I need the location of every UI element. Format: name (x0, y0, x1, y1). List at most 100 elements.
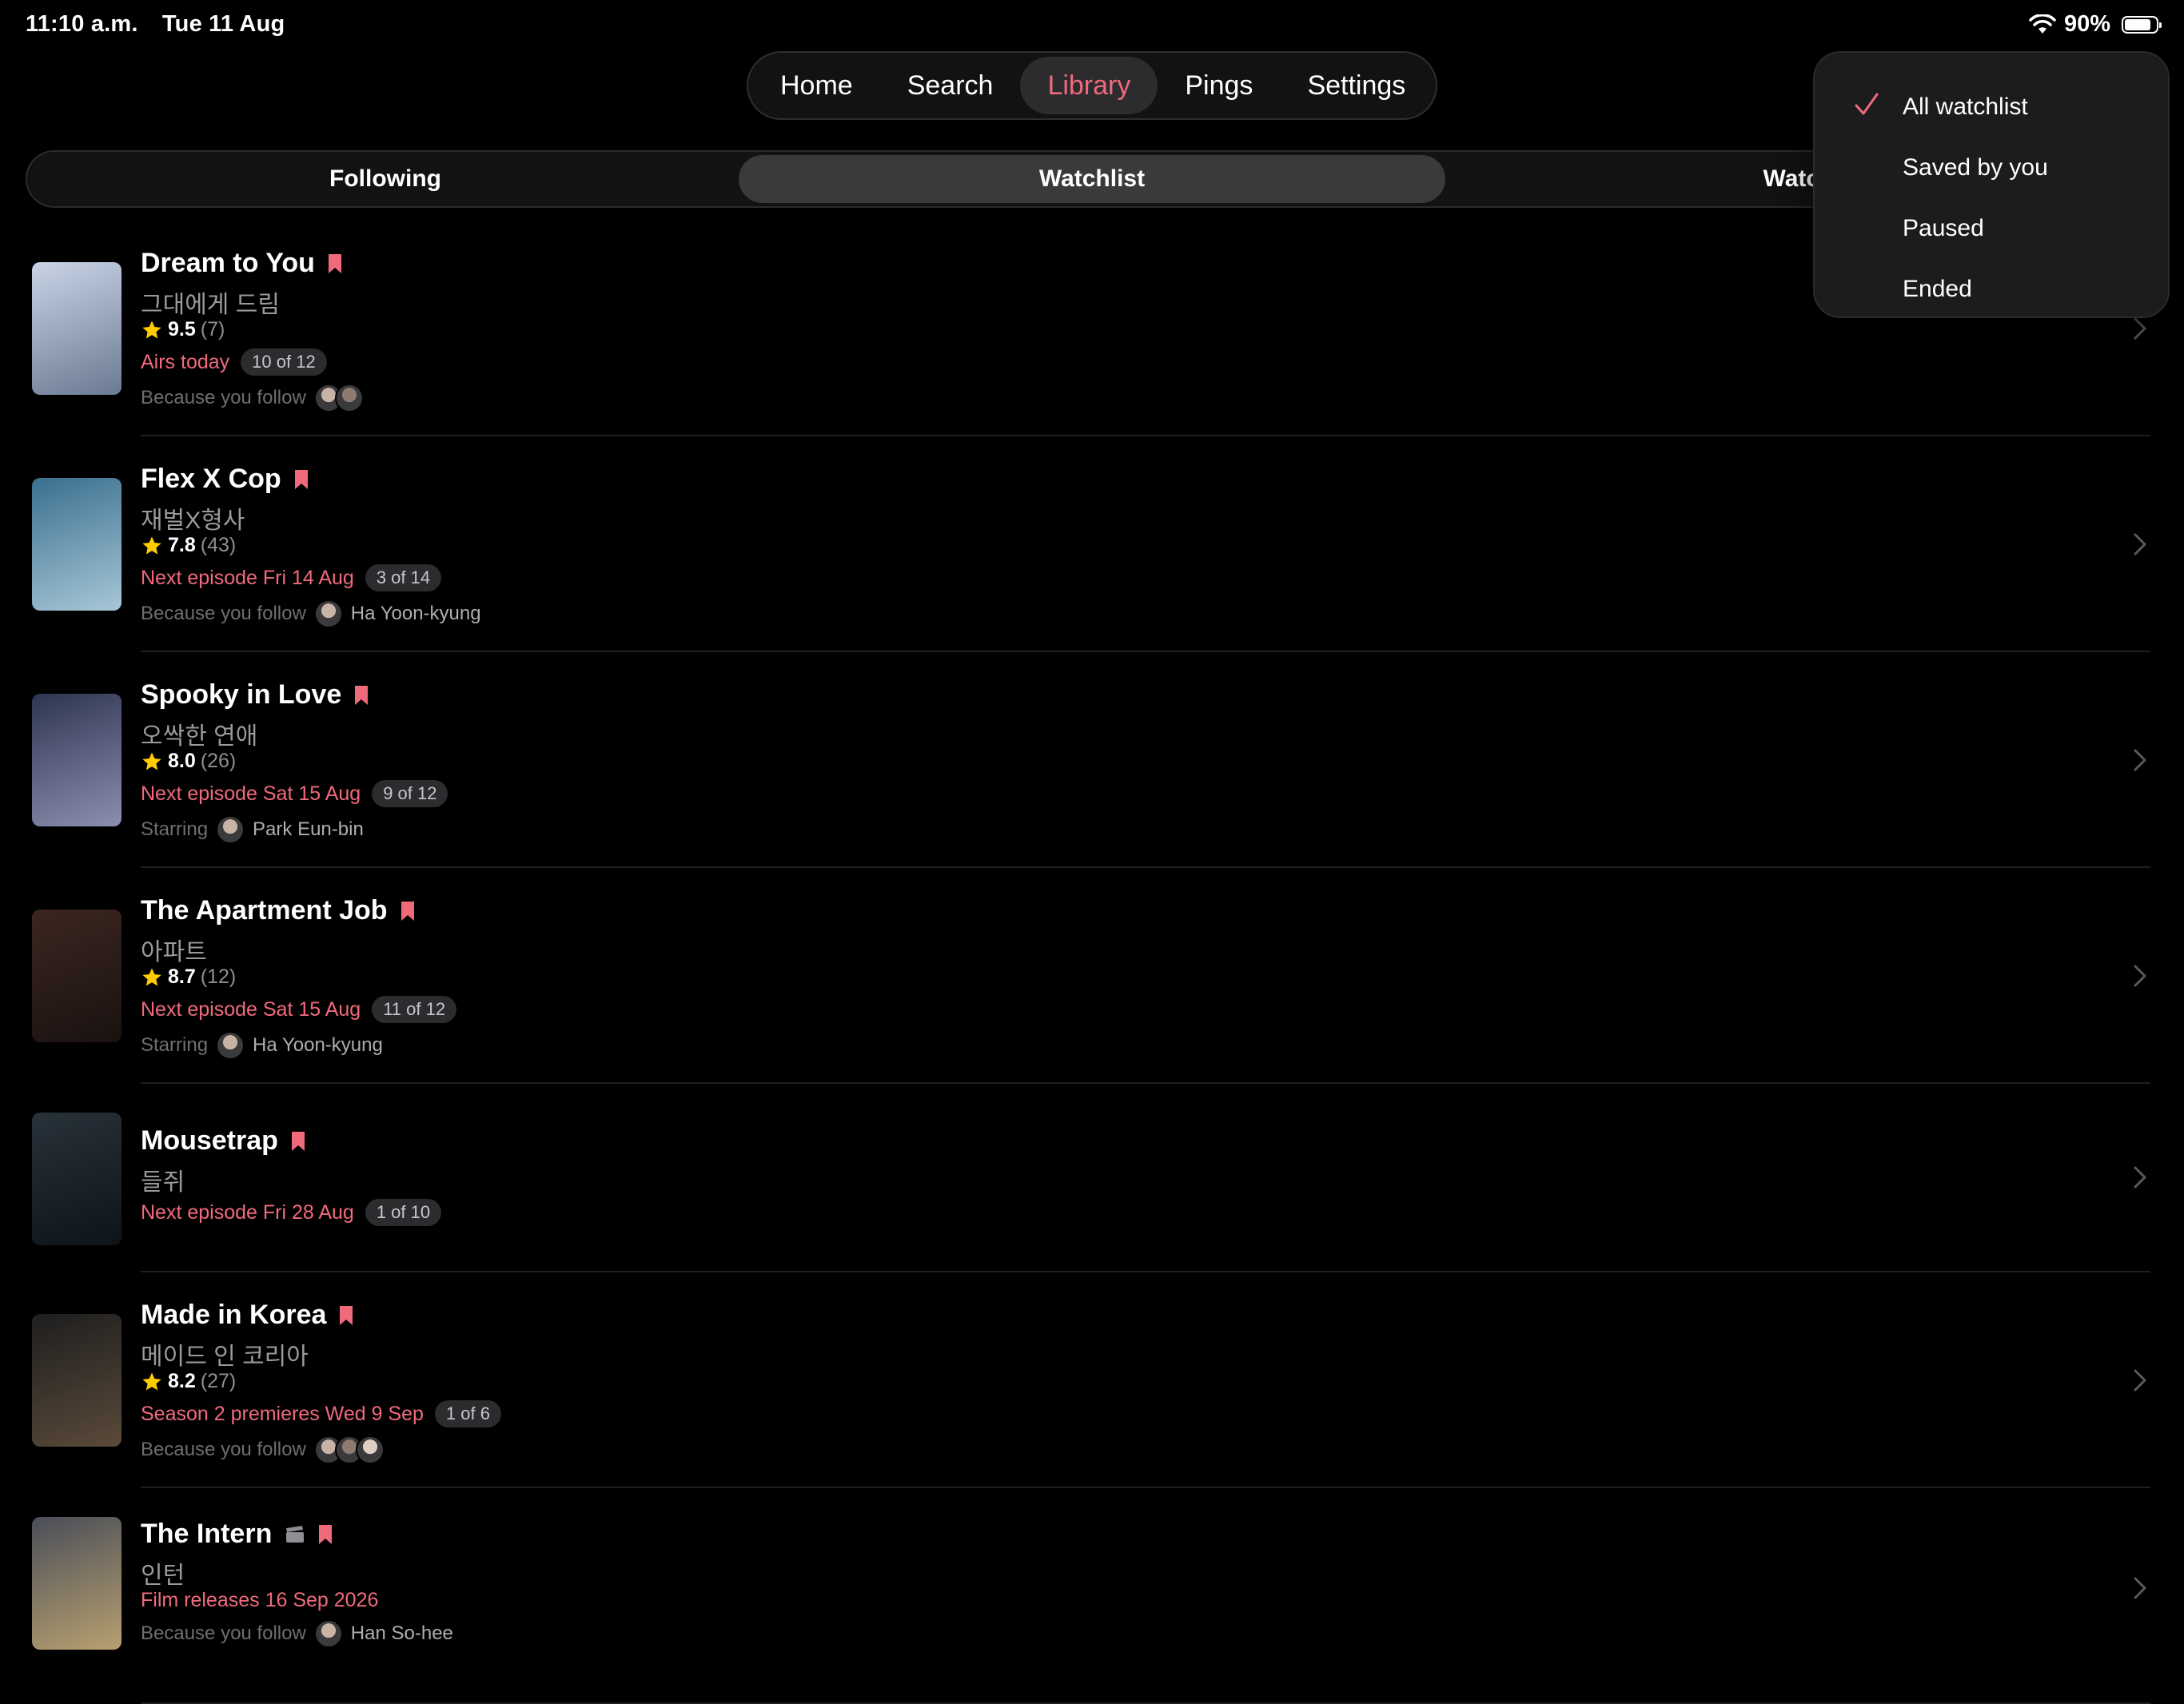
episode-progress-badge: 1 of 10 (365, 1199, 442, 1226)
filter-all-watchlist[interactable]: All watchlist (1815, 77, 2168, 137)
avatar-group (313, 384, 364, 412)
show-original-title: 들쥐 (141, 1169, 185, 1196)
show-poster (32, 910, 122, 1042)
list-item[interactable]: Flex X Cop 재벌X형사 7.8 (43) Next episode F… (32, 436, 2150, 652)
show-title: The Intern (141, 1519, 273, 1549)
show-title: Flex X Cop (141, 464, 281, 494)
next-episode: Next episode Sat 15 Aug 9 of 12 (141, 780, 448, 807)
rating-count: (12) (200, 965, 237, 988)
bookmark-icon (328, 253, 341, 273)
battery-percent: 90% (2063, 11, 2110, 37)
chevron-right-icon (2134, 1369, 2146, 1391)
avatar (313, 599, 343, 628)
segment-following[interactable]: Following (32, 155, 739, 203)
rating-count: (27) (200, 1370, 237, 1392)
bookmark-icon (340, 1305, 353, 1325)
person-name[interactable]: Han So-hee (351, 1622, 453, 1645)
status-time: 11:10 a.m. (26, 11, 138, 37)
avatar-group (216, 815, 245, 844)
filter-label: Ended (1903, 276, 1972, 302)
show-rating: 9.5 (7) (141, 318, 225, 341)
episode-progress-badge: 9 of 12 (372, 780, 448, 807)
chevron-right-icon (2134, 533, 2146, 555)
filter-paused[interactable]: Paused (1815, 198, 2168, 259)
avatar (334, 384, 364, 412)
watchlist: Dream to You 그대에게 드림 9.5 (7) Airs today … (0, 221, 2184, 1704)
star-icon (142, 1372, 161, 1390)
rating-score: 8.0 (168, 750, 196, 772)
show-rating: 8.7 (12) (141, 965, 236, 989)
filter-ended[interactable]: Ended (1815, 259, 2168, 320)
filter-label: All watchlist (1903, 94, 2028, 120)
star-icon (142, 535, 161, 554)
reason-text: Because you follow (141, 1439, 306, 1460)
next-episode: Next episode Fri 28 Aug 1 of 10 (141, 1199, 442, 1226)
chevron-right-icon (2134, 1166, 2146, 1188)
star-icon (142, 967, 161, 985)
status-bar-left: 11:10 a.m. Tue 11 Aug (26, 11, 302, 38)
segment-watchlist[interactable]: Watchlist (739, 155, 1445, 203)
status-date: Tue 11 Aug (161, 11, 285, 37)
episode-progress-badge: 1 of 6 (434, 1400, 501, 1427)
show-title: The Apartment Job (141, 895, 388, 926)
list-item[interactable]: The Intern 인턴 Film releases 16 Sep 2026 … (32, 1488, 2150, 1704)
avatar (216, 1031, 245, 1060)
avatar-group (313, 1435, 385, 1464)
show-rating: 7.8 (43) (141, 534, 236, 557)
person-name[interactable]: Ha Yoon-kyung (351, 603, 481, 625)
bookmark-icon (355, 685, 369, 705)
rating-count: (43) (200, 534, 237, 556)
recommendation-reason: Starring Park Eun-bin (141, 815, 364, 844)
reason-text: Because you follow (141, 387, 306, 408)
bookmark-icon (291, 1131, 305, 1151)
show-original-title: 인턴 (141, 1563, 185, 1589)
show-poster (32, 478, 122, 611)
recommendation-reason: Because you follow Han So-hee (141, 1619, 453, 1648)
show-original-title: 그대에게 드림 (141, 292, 280, 318)
next-episode-text: Airs today (141, 350, 230, 373)
checkmark-icon (1855, 93, 1879, 115)
person-name[interactable]: Park Eun-bin (253, 818, 364, 841)
next-episode: Season 2 premieres Wed 9 Sep 1 of 6 (141, 1400, 501, 1427)
show-title: Spooky in Love (141, 679, 342, 710)
tab-library[interactable]: Library (1020, 57, 1158, 114)
list-item[interactable]: Spooky in Love 오싹한 연애 8.0 (26) Next epis… (32, 652, 2150, 868)
rating-score: 7.8 (168, 534, 196, 556)
show-title: Dream to You (141, 248, 315, 278)
list-item[interactable]: The Apartment Job 아파트 8.7 (12) Next epis… (32, 868, 2150, 1084)
show-original-title: 재벌X형사 (141, 508, 245, 534)
avatar (355, 1435, 385, 1464)
person-name[interactable]: Ha Yoon-kyung (253, 1034, 383, 1057)
tab-search[interactable]: Search (880, 57, 1021, 114)
star-icon (142, 320, 161, 338)
list-item[interactable]: Mousetrap 들쥐 Next episode Fri 28 Aug 1 o… (32, 1084, 2150, 1272)
show-title: Mousetrap (141, 1125, 278, 1156)
chevron-right-icon (2134, 965, 2146, 987)
list-item[interactable]: Made in Korea 메이드 인 코리아 8.2 (27) Season … (32, 1272, 2150, 1488)
tab-settings[interactable]: Settings (1280, 57, 1433, 114)
next-episode-text: Next episode Sat 15 Aug (141, 997, 361, 1021)
show-poster (32, 1314, 122, 1447)
bookmark-icon (319, 1524, 333, 1544)
avatar-group (216, 1031, 245, 1060)
chevron-right-icon (2134, 749, 2146, 771)
reason-text: Because you follow (141, 1622, 306, 1644)
clapperboard-icon (286, 1525, 305, 1543)
next-episode: Film releases 16 Sep 2026 (141, 1589, 378, 1612)
tab-pings[interactable]: Pings (1158, 57, 1280, 114)
watchlist-filter-menu: All watchlist Saved by you Paused Ended (1813, 51, 2170, 318)
show-poster (32, 694, 122, 826)
show-poster (32, 1113, 122, 1245)
next-episode-text: Season 2 premieres Wed 9 Sep (141, 1402, 424, 1425)
filter-saved-by-you[interactable]: Saved by you (1815, 137, 2168, 198)
tab-home[interactable]: Home (753, 57, 880, 114)
avatar (313, 1619, 343, 1648)
recommendation-reason: Starring Ha Yoon-kyung (141, 1031, 383, 1060)
show-poster (32, 262, 122, 395)
filter-label: Paused (1903, 215, 1984, 241)
chevron-right-icon (2134, 317, 2146, 340)
next-episode-text: Next episode Fri 14 Aug (141, 566, 354, 589)
rating-score: 8.7 (168, 965, 196, 988)
rating-count: (7) (200, 318, 225, 340)
battery-icon (2122, 15, 2162, 34)
